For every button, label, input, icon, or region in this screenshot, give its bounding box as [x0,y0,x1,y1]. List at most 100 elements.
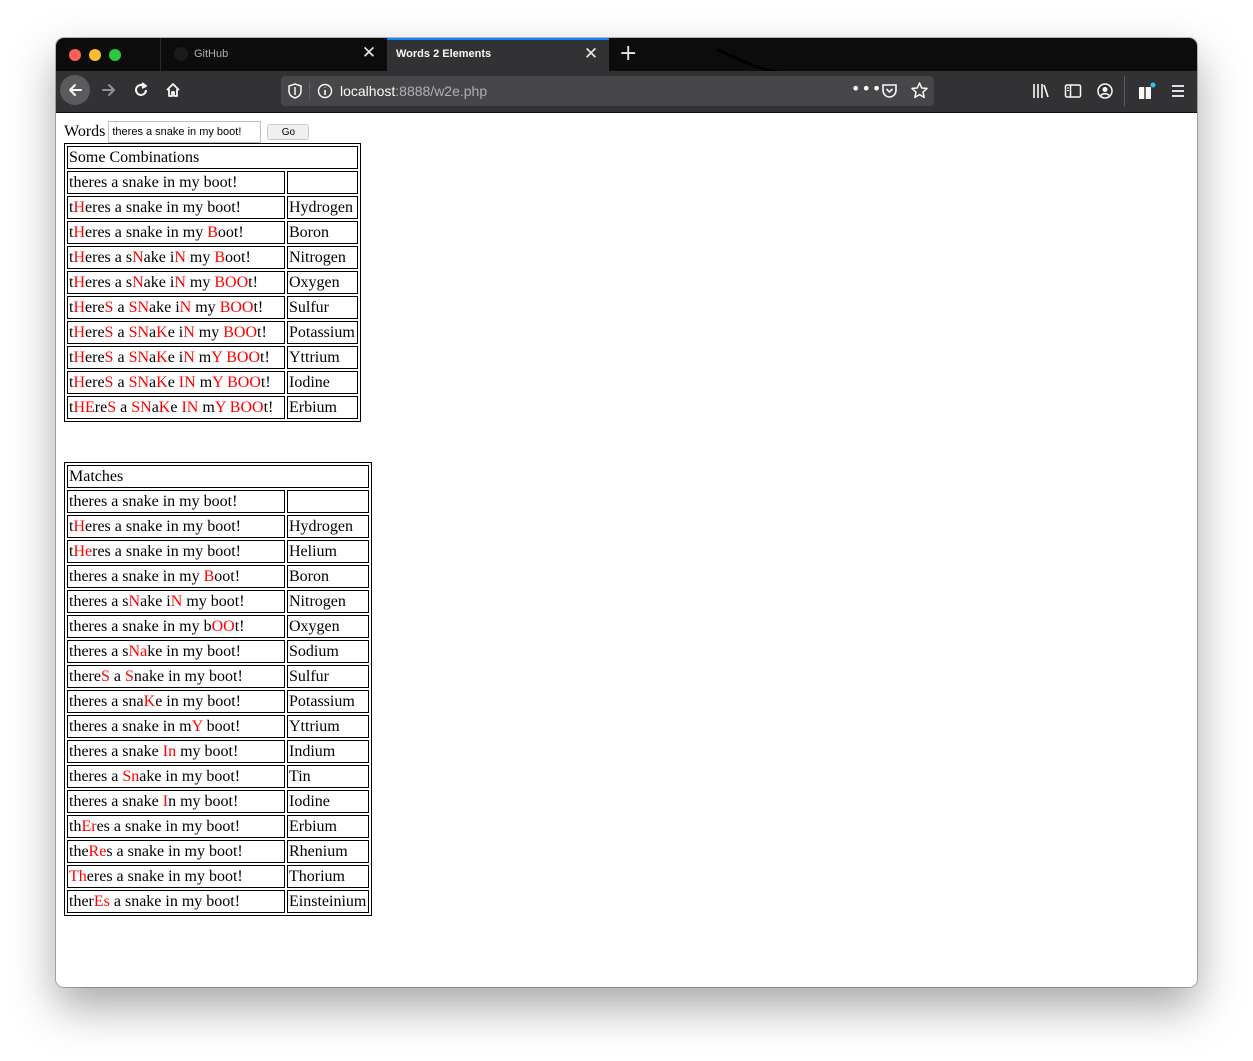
phrase-text: eres a snake in my boot! [85,518,241,535]
highlighted-symbol: N [183,324,195,341]
window-zoom-button[interactable] [109,49,121,61]
new-tab-icon[interactable]: + [619,42,637,66]
element-name-cell: Helium [287,540,369,563]
sidebar-icon[interactable] [1064,82,1082,100]
library-icon[interactable] [1032,82,1050,100]
phrase-text: theres a snake in my [69,568,204,585]
element-name-cell: Hydrogen [287,196,358,219]
table-row: Theres a snake in my boot! Thorium [67,865,369,888]
phrase-text: eres a s [85,249,133,266]
highlighted-symbol: Y [212,374,224,391]
phrase-text: re [94,399,108,416]
window-close-button[interactable] [69,49,81,61]
cursor-stroke-icon [716,48,778,74]
words-input[interactable] [108,121,262,143]
phrase-cell: theres a sNake in my boot! [67,640,285,663]
extensions-icon[interactable] [1137,82,1157,100]
highlighted-symbol: S [107,399,117,416]
close-icon[interactable]: ✕ [583,45,599,63]
highlighted-symbol: K [158,399,171,416]
url-path: :8888/w2e.php [395,83,488,99]
phrase-cell: tHeres a snake in my boot! [67,196,285,219]
highlighted-symbol: Y [214,399,226,416]
phrase-text: theres a sna [69,693,144,710]
highlighted-symbol: N [128,593,141,610]
highlighted-symbol: In [162,743,177,760]
phrase-text: a [113,374,129,391]
table-row: theres a sNake in my boot! Sodium [67,640,369,663]
phrase-text: theres a snake in my boot! [69,174,238,191]
tab-label: GitHub [194,48,229,60]
highlighted-symbol: He [73,543,93,560]
phrase-text: ake i [143,274,175,291]
forward-button[interactable] [94,75,124,105]
table-header-row: Matches [67,465,369,488]
phrase-text: the [69,843,89,860]
home-button[interactable] [158,75,188,105]
window-minimize-button[interactable] [89,49,101,61]
phrase-cell: theres a snake in my Boot! [67,565,285,588]
phrase-text: t! [248,274,258,291]
phrase-text: a snake in my boot! [109,893,241,910]
table-row: tHereS a SNake iN my BOOt! Sulfur [67,296,358,319]
element-name-cell: Sodium [287,640,369,663]
phrase-text: eres a snake in my boot! [86,868,243,885]
highlighted-symbol: Er [81,818,97,835]
highlighted-symbol: N [132,249,144,266]
tab-github[interactable]: GitHub ✕ [160,38,387,71]
highlighted-symbol: N [132,274,144,291]
page-actions-icon[interactable]: ••• [851,79,882,98]
phrase-text: t! [263,399,274,416]
site-info-icon[interactable] [317,83,333,99]
phrase-cell: tHeres a snake in my boot! [67,515,285,538]
url-host: localhost [340,83,396,99]
words-form: Words Go [64,121,310,143]
phrase-text: t! [234,618,245,635]
highlighted-symbol: BOO [219,299,254,316]
element-name-cell: Potassium [287,690,369,713]
table-row: tHEreS a SNaKe IN mY BOOt! Erbium [67,396,358,419]
phrase-cell: therEs a snake in my boot! [67,890,285,913]
highlighted-symbol: K [156,349,168,366]
table-row: tHeres a sNake iN my Boot! Nitrogen [67,246,358,269]
reload-button[interactable] [126,75,156,105]
phrase-text: my [185,249,215,266]
page-content: Words Go Some Combinations theres a snak… [56,113,1197,987]
toolbar-separator [1124,76,1125,106]
element-name-cell: Yttrium [287,715,369,738]
table-row: tHereS a SNaKe IN mY BOOt! Iodine [67,371,358,394]
account-icon[interactable] [1096,82,1114,100]
go-button[interactable]: Go [267,124,310,140]
highlighted-symbol: N [174,274,186,291]
tab-words-2-elements[interactable]: Words 2 Elements ✕ [387,38,609,71]
phrase-text: theres a snake [69,793,163,810]
phrase-text: eres a snake in my [85,224,208,241]
highlighted-symbol: N [179,299,192,316]
close-icon[interactable]: ✕ [361,44,377,62]
pocket-icon[interactable] [881,82,898,99]
reload-icon [135,82,147,96]
phrase-text: n my boot! [168,793,239,810]
element-name-cell: Iodine [287,371,358,394]
back-button[interactable] [60,75,90,105]
table-row: tHereS a SNaKe iN my BOOt! Potassium [67,321,358,344]
phrase-text: boot! [202,718,241,735]
menu-icon[interactable] [1169,82,1187,100]
bookmark-star-icon[interactable] [910,81,929,100]
phrase-text: a [113,324,129,341]
highlighted-symbol: Sn [122,768,140,785]
url-bar[interactable]: localhost:8888/w2e.php ••• [281,76,934,106]
tracking-shield-icon[interactable] [288,83,302,99]
url-text[interactable]: localhost:8888/w2e.php [340,83,487,99]
highlighted-symbol: H [73,518,86,535]
highlighted-symbol: OO [211,618,235,635]
table-row: tHeres a snake in my Boot! Boron [67,221,358,244]
element-name-cell: Nitrogen [287,246,358,269]
element-name-cell: Erbium [287,815,369,838]
highlighted-symbol: Na [128,643,148,660]
phrase-text: theres a s [69,643,129,660]
highlighted-symbol: Y [211,349,223,366]
phrase-text: theres a [69,768,123,785]
highlighted-symbol: Th [69,868,87,885]
phrase-text: ake in my boot! [139,768,241,785]
